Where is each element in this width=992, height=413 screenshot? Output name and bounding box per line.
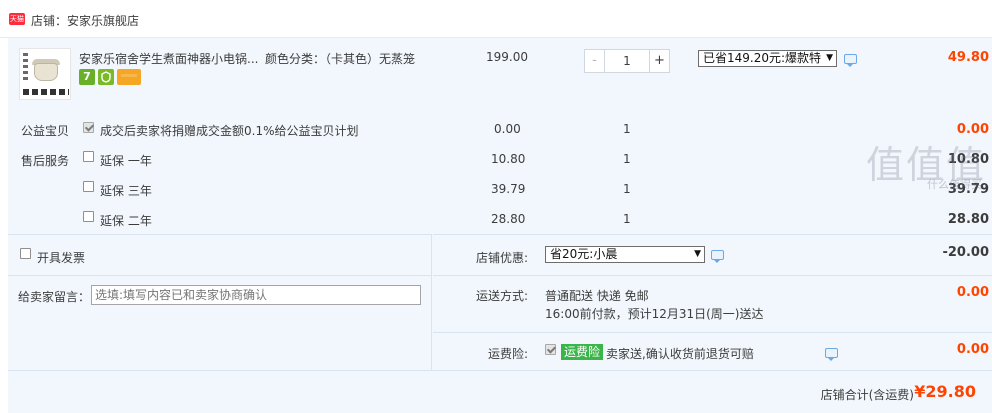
after-sales-label: 售后服务 [21,154,70,168]
qty-input[interactable]: 1 [605,50,649,72]
right-options-panel: 店铺优惠: 省20元:小晨 ▼ -20.00 运送方式: 普通配送 快递 免邮 … [433,234,992,370]
charity-checkbox[interactable] [83,122,94,133]
warranty-3yr-checkbox[interactable] [83,181,94,192]
product-subtotal: 49.80 [947,50,989,65]
shipping-label: 运送方式: [476,289,529,303]
charity-text: 成交后卖家将捐赠成交金额0.1%给公益宝贝计划 [100,124,359,138]
shipping-amount: 0.00 [956,285,989,300]
coupon-select[interactable]: 省20元:小晨 ▼ [545,246,705,263]
shop-total-label: 店铺合计(含运费) [820,388,914,402]
chat-icon[interactable] [825,348,838,361]
warranty-3yr-label: 延保 三年 [100,184,152,198]
warranty-3yr-price: 39.79 [491,182,526,196]
order-options: 开具发票 给卖家留言： 店铺优惠: 省20元:小晨 ▼ -20.00 运送方式:… [8,234,992,413]
product-spec: 颜色分类：（卡其色）无蒸笼 [265,52,416,66]
seven-day-return-icon: 7 [79,69,95,85]
shipping-note: 16:00前付款，预计12月31日(周一)送达 [545,307,764,321]
watermark-caption: 什么值得买 [927,178,982,191]
shop-header: 天猫 店铺：安家乐旗舰店 [0,0,992,38]
chevron-down-icon: ▼ [694,249,701,259]
invoice-label: 开具发票 [37,251,86,265]
unit-price: 199.00 [486,50,528,64]
message-label: 给卖家留言： [18,290,91,304]
shop-total-value: ¥29.80 [914,382,976,401]
insurance-tag: 运费险 [561,344,604,360]
charity-price: 0.00 [494,122,521,136]
warranty-3yr-qty: 1 [623,182,631,196]
qty-plus-button[interactable]: + [649,50,669,72]
seller-message-input[interactable] [91,285,421,305]
insurance-amount: 0.00 [956,342,989,357]
warranty-1yr-checkbox[interactable] [83,151,94,162]
credit-card-icon [117,69,141,85]
order-block: 安家乐宿舍学生煮面神器小电锅... 颜色分类：（卡其色）无蒸笼 7 199.00… [8,38,992,413]
promo-selected-value: 已省149.20元:爆款特 [703,51,822,65]
promo-select[interactable]: 已省149.20元:爆款特 ▼ [698,50,837,67]
insurance-text: 卖家送,确认收货前退货可赔 [606,347,754,361]
warranty-1yr-qty: 1 [623,152,631,166]
charity-qty: 1 [623,122,631,136]
warranty-1yr-price: 10.80 [491,152,526,166]
warranty-2yr-amount: 28.80 [947,212,989,227]
warranty-2yr-qty: 1 [623,212,631,226]
shipping-method: 普通配送 快递 免邮 [545,289,649,303]
warranty-2yr-price: 28.80 [491,212,526,226]
warranty-2yr-checkbox[interactable] [83,211,94,222]
insurance-label: 运费险: [488,347,529,361]
warranty-2yr-label: 延保 二年 [100,214,152,228]
chevron-down-icon: ▼ [826,53,833,63]
product-title[interactable]: 安家乐宿舍学生煮面神器小电锅... [79,50,258,67]
discount-amount: -20.00 [942,245,989,260]
shop-total-bar: 店铺合计(含运费) ¥29.80 [8,370,992,413]
coupon-selected-value: 省20元:小晨 [550,247,618,261]
insurance-checkbox[interactable] [545,344,556,355]
invoice-checkbox[interactable] [20,248,31,259]
charity-label: 公益宝贝 [21,124,70,138]
product-image[interactable] [19,48,71,100]
guarantee-shield-icon [98,69,114,85]
chat-icon[interactable] [711,250,724,263]
warranty-1yr-label: 延保 一年 [100,154,152,168]
left-options-panel: 开具发票 给卖家留言： [8,234,432,370]
tmall-icon: 天猫 [9,13,25,25]
discount-label: 店铺优惠: [476,251,529,265]
quantity-stepper[interactable]: - 1 + [584,49,670,73]
shop-name[interactable]: 店铺：安家乐旗舰店 [31,12,139,29]
qty-minus-button[interactable]: - [585,50,605,72]
chat-icon[interactable] [844,54,857,67]
